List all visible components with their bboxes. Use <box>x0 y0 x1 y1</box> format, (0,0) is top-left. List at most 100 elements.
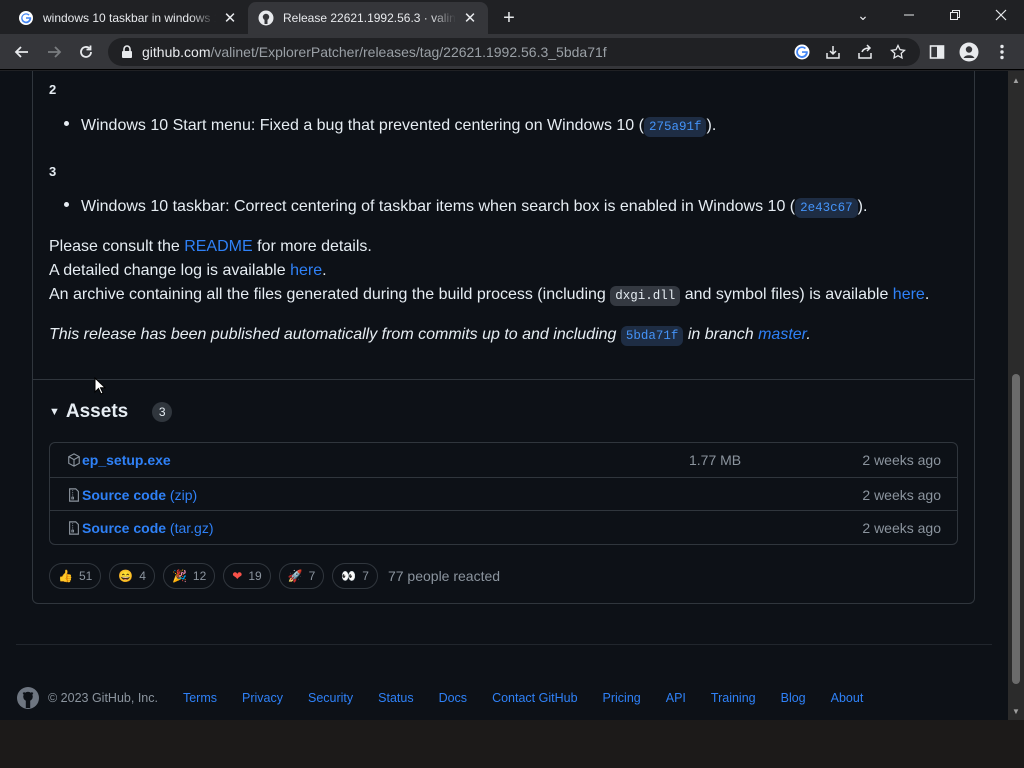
asset-name: Source code <box>82 486 167 503</box>
footer-link-status[interactable]: Status <box>378 691 413 705</box>
eyes-icon: 👀 <box>341 569 357 583</box>
footer-link-docs[interactable]: Docs <box>439 691 467 705</box>
minimize-button[interactable] <box>886 0 932 30</box>
footer-divider <box>16 644 992 645</box>
asset-ext: (tar.gz) <box>166 519 214 536</box>
archive-post: . <box>924 286 930 303</box>
list-item-text: Windows 10 taskbar: Correct centering of… <box>81 198 796 215</box>
page-scrollbar[interactable]: ▲ ▼ <box>1008 71 1024 720</box>
reaction-count: 19 <box>248 569 262 583</box>
thumbs-up-icon: 👍 <box>58 569 73 583</box>
changelog-paragraph: A detailed change log is available here. <box>49 262 327 280</box>
archive-mid: and symbol files) is available <box>680 286 893 303</box>
laugh-icon: 😄 <box>118 569 134 583</box>
commit-link[interactable]: 275a91f <box>643 117 707 137</box>
reactions-summary: 77 people reacted <box>387 568 501 584</box>
assets-toggle[interactable]: ▼ Assets 3 <box>49 401 173 423</box>
bookmark-star-icon[interactable] <box>886 40 910 64</box>
asset-ext: (zip) <box>166 486 198 503</box>
share-icon[interactable] <box>853 40 877 64</box>
asset-row: Source code (zip) 2 weeks ago <box>50 477 957 511</box>
asset-link[interactable]: Source code (zip) <box>82 487 197 503</box>
github-logo-icon[interactable] <box>16 686 40 710</box>
auto-pre: This release has been published automati… <box>49 326 621 343</box>
reaction-rocket[interactable]: 🚀 7 <box>278 563 325 589</box>
list-item: Windows 10 Start menu: Fixed a bug that … <box>64 117 716 137</box>
site-footer: © 2023 GitHub, Inc. Terms Privacy Securi… <box>16 685 888 711</box>
install-app-icon[interactable] <box>821 40 845 64</box>
footer-link-privacy[interactable]: Privacy <box>242 691 283 705</box>
reaction-thumbs-up[interactable]: 👍 51 <box>49 563 102 589</box>
tab-search-icon[interactable]: ⌄ <box>840 0 886 30</box>
side-panel-icon[interactable] <box>925 40 949 64</box>
footer-link-api[interactable]: API <box>666 691 686 705</box>
archive-link[interactable]: here <box>893 286 925 303</box>
changelog-post: . <box>322 262 327 279</box>
reaction-hooray[interactable]: 🎉 12 <box>162 563 216 589</box>
asset-link[interactable]: Source code (tar.gz) <box>82 520 214 536</box>
package-icon <box>66 452 82 468</box>
lock-icon[interactable] <box>120 45 134 59</box>
close-tab-icon[interactable]: ✕ <box>462 10 478 27</box>
archive-pre: An archive containing all the files gene… <box>49 286 611 303</box>
section-heading-2: 2 <box>49 82 57 97</box>
tab-google-search[interactable]: windows 10 taskbar in windows 11 ✕ <box>8 2 248 34</box>
changelog-pre: A detailed change log is available <box>49 262 291 279</box>
google-icon <box>18 10 34 26</box>
forward-button[interactable] <box>40 38 68 66</box>
consult-post: for more details. <box>252 238 372 255</box>
reaction-eyes[interactable]: 👀 7 <box>332 563 378 589</box>
scroll-down-arrow-icon[interactable]: ▼ <box>1011 706 1021 716</box>
readme-link[interactable]: README <box>184 238 252 255</box>
url-text: github.com/valinet/ExplorerPatcher/relea… <box>142 44 607 60</box>
footer-link-pricing[interactable]: Pricing <box>603 691 641 705</box>
copyright-text: © 2023 GitHub, Inc. <box>48 691 158 705</box>
footer-link-training[interactable]: Training <box>711 691 756 705</box>
footer-link-about[interactable]: About <box>831 691 864 705</box>
reaction-heart[interactable]: ❤ 19 <box>223 563 271 589</box>
new-tab-button[interactable]: + <box>497 6 521 30</box>
changelog-link[interactable]: here <box>290 262 322 279</box>
reaction-count: 4 <box>139 569 146 583</box>
url-path: /valinet/ExplorerPatcher/releases/tag/22… <box>210 44 607 60</box>
kebab-menu-icon[interactable] <box>990 40 1014 64</box>
file-zip-icon <box>66 520 82 536</box>
list-item-text: Windows 10 Start menu: Fixed a bug that … <box>81 117 644 134</box>
auto-mid: in branch <box>683 326 759 343</box>
branch-link[interactable]: master <box>758 326 806 343</box>
footer-link-terms[interactable]: Terms <box>183 691 217 705</box>
reaction-laugh[interactable]: 😄 4 <box>109 563 155 589</box>
commit-link[interactable]: 2e43c67 <box>795 198 858 218</box>
asset-link[interactable]: ep_setup.exe <box>82 452 171 468</box>
asset-row: Source code (tar.gz) 2 weeks ago <box>50 510 957 544</box>
reaction-count: 12 <box>192 569 207 583</box>
footer-link-contact[interactable]: Contact GitHub <box>492 691 577 705</box>
assets-title: Assets <box>65 401 129 422</box>
commit-link[interactable]: 5bda71f <box>620 326 684 346</box>
rocket-icon: 🚀 <box>287 569 303 583</box>
close-tab-icon[interactable]: ✕ <box>222 10 238 27</box>
consult-paragraph: Please consult the README for more detai… <box>49 238 372 256</box>
asset-row: ep_setup.exe 1.77 MB 2 weeks ago <box>50 443 957 477</box>
tab-github-release[interactable]: Release 22621.1992.56.3 · valinet/Explor… <box>248 2 488 34</box>
asset-date: 2 weeks ago <box>862 519 941 536</box>
scroll-up-arrow-icon[interactable]: ▲ <box>1011 75 1021 85</box>
google-lens-icon[interactable] <box>790 40 814 64</box>
file-zip-icon <box>66 487 82 503</box>
back-button[interactable] <box>8 38 36 66</box>
bullet-icon <box>64 121 69 127</box>
footer-link-blog[interactable]: Blog <box>781 691 806 705</box>
scrollbar-thumb[interactable] <box>1012 374 1020 684</box>
footer-link-security[interactable]: Security <box>308 691 353 705</box>
reload-button[interactable] <box>72 38 100 66</box>
party-popper-icon: 🎉 <box>171 569 187 583</box>
divider <box>33 379 974 380</box>
restore-button[interactable] <box>932 0 978 30</box>
bullet-icon <box>64 202 69 208</box>
asset-size: 1.77 MB <box>689 452 742 468</box>
auto-publish-note: This release has been published automati… <box>49 326 811 346</box>
url-host: github.com <box>142 44 211 60</box>
close-window-button[interactable] <box>978 0 1024 30</box>
profile-avatar-icon[interactable] <box>957 40 981 64</box>
consult-pre: Please consult the <box>49 238 185 255</box>
